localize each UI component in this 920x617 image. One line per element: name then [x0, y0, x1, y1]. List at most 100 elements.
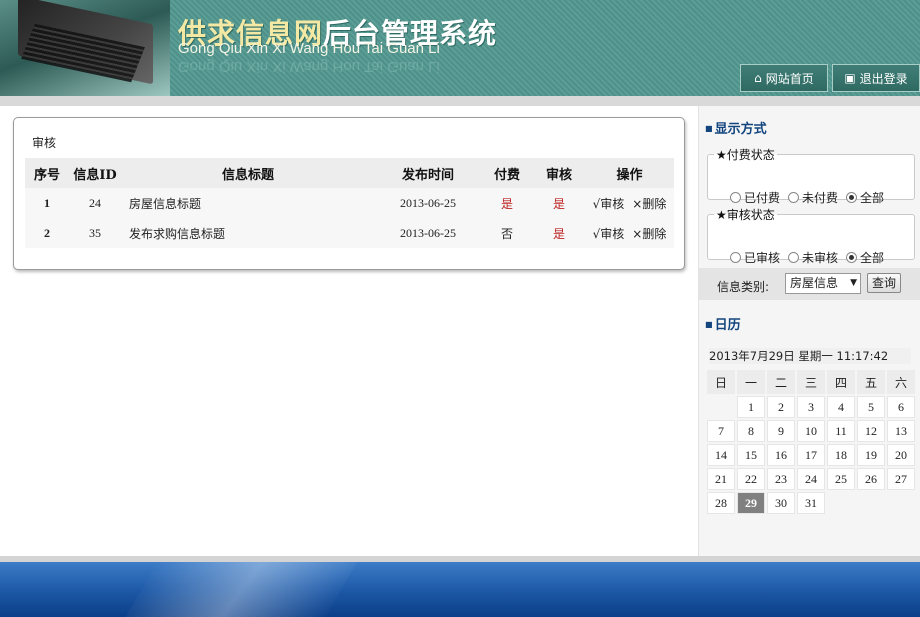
column-header-id: 信息ID — [69, 158, 121, 188]
calendar-day[interactable]: 6 — [887, 396, 915, 418]
logout-button-label: 退出登录 — [859, 71, 908, 86]
audit-link[interactable]: √审核 — [593, 227, 625, 241]
column-header-date: 发布时间 — [375, 158, 481, 188]
calendar-day[interactable]: 7 — [707, 420, 735, 442]
calendar-day[interactable]: 18 — [827, 444, 855, 466]
display-mode-heading: ■ 显示方式 — [705, 122, 767, 137]
row-date: 2013-06-25 — [375, 218, 481, 248]
calendar-day[interactable]: 26 — [857, 468, 885, 490]
calendar-weekday: 二 — [767, 370, 795, 394]
calendar-day[interactable]: 31 — [797, 492, 825, 514]
calendar-weekday: 三 — [797, 370, 825, 394]
header-divider — [0, 96, 920, 106]
calendar-day[interactable]: 1 — [737, 396, 765, 418]
column-header-title: 信息标题 — [121, 158, 375, 188]
radio-unpaid[interactable]: 未付费 — [788, 189, 838, 206]
category-filter-row: 信息类别: 房屋信息 ▼ 查询 — [699, 268, 920, 300]
calendar-day[interactable]: 12 — [857, 420, 885, 442]
table-header-row: 序号 信息ID 信息标题 发布时间 付费 审核 操作 — [25, 158, 674, 188]
panel-title: 审核 — [32, 136, 57, 150]
calendar-heading: ■ 日历 — [705, 318, 741, 333]
right-sidebar: ■ 显示方式 ★付费状态 已付费 未付费 全部 ★审核状态 已审核 未审核 全部 … — [698, 106, 920, 556]
calendar-day[interactable]: 5 — [857, 396, 885, 418]
header-banner: 供求信息网后台管理系统 Gong Qiu Xin Xi Wang Hou Tai… — [0, 0, 920, 96]
calendar-day[interactable]: 25 — [827, 468, 855, 490]
radio-audited[interactable]: 已审核 — [730, 249, 780, 266]
row-date: 2013-06-25 — [375, 188, 481, 218]
home-button-label: 网站首页 — [765, 71, 814, 86]
row-title: 发布求购信息标题 — [121, 218, 375, 248]
calendar-day[interactable]: 8 — [737, 420, 765, 442]
calendar-weekday-row: 日一二三四五六 — [707, 370, 915, 394]
radio-audit-all[interactable]: 全部 — [846, 249, 884, 266]
square-bullet-icon: ■ — [705, 320, 713, 329]
logout-icon: ▣ — [844, 71, 856, 85]
audit-status-group: ★审核状态 已审核 未审核 全部 — [707, 206, 915, 265]
home-icon: ⌂ — [754, 71, 762, 85]
calendar-empty-cell — [707, 396, 735, 418]
row-title: 房屋信息标题 — [121, 188, 375, 218]
row-actions: √审核 ×删除 — [585, 218, 674, 248]
pay-status-legend: ★付费状态 — [716, 148, 775, 162]
column-header-paid: 付费 — [481, 158, 533, 188]
site-subtitle-reflection: Gong Qiu Xin Xi Wang Hou Tai Guan Li — [178, 58, 440, 75]
column-header-actions: 操作 — [585, 158, 674, 188]
calendar-empty-cell — [827, 492, 855, 514]
calendar-day[interactable]: 19 — [857, 444, 885, 466]
calendar-day[interactable]: 20 — [887, 444, 915, 466]
category-select[interactable]: 房屋信息 ▼ — [785, 273, 861, 294]
calendar-weekday: 日 — [707, 370, 735, 394]
calendar-day[interactable]: 28 — [707, 492, 735, 514]
calendar-day[interactable]: 27 — [887, 468, 915, 490]
category-label: 信息类别: — [717, 280, 770, 294]
audit-status-legend: ★审核状态 — [716, 208, 775, 222]
calendar-day[interactable]: 22 — [737, 468, 765, 490]
delete-link[interactable]: ×删除 — [632, 197, 666, 211]
calendar-weekday: 五 — [857, 370, 885, 394]
site-subtitle: Gong Qiu Xin Xi Wang Hou Tai Guan Li — [178, 40, 440, 57]
calendar-empty-cell — [887, 492, 915, 514]
calendar-day[interactable]: 13 — [887, 420, 915, 442]
calendar-day[interactable]: 21 — [707, 468, 735, 490]
delete-link[interactable]: ×删除 — [632, 227, 666, 241]
calendar-today[interactable]: 29 — [737, 492, 765, 514]
radio-pay-all[interactable]: 全部 — [846, 189, 884, 206]
calendar-day[interactable]: 24 — [797, 468, 825, 490]
column-header-audited: 审核 — [533, 158, 585, 188]
calendar-weekday: 四 — [827, 370, 855, 394]
row-id: 24 — [69, 188, 121, 218]
row-id: 35 — [69, 218, 121, 248]
chevron-down-icon: ▼ — [850, 278, 857, 288]
audit-link[interactable]: √审核 — [593, 197, 625, 211]
calendar-day[interactable]: 2 — [767, 396, 795, 418]
calendar-day[interactable]: 16 — [767, 444, 795, 466]
table-row: 1 24 房屋信息标题 2013-06-25 是 是 √审核 ×删除 — [25, 188, 674, 218]
calendar-day[interactable]: 23 — [767, 468, 795, 490]
logout-button[interactable]: ▣ 退出登录 — [832, 64, 920, 92]
table-row: 2 35 发布求购信息标题 2013-06-25 否 是 √审核 ×删除 — [25, 218, 674, 248]
home-button[interactable]: ⌂ 网站首页 — [740, 64, 828, 92]
row-paid: 否 — [481, 218, 533, 248]
calendar-day[interactable]: 14 — [707, 444, 735, 466]
calendar-day[interactable]: 9 — [767, 420, 795, 442]
pay-status-group: ★付费状态 已付费 未付费 全部 — [707, 146, 915, 205]
info-table: 序号 信息ID 信息标题 发布时间 付费 审核 操作 1 24 房屋信息标题 2… — [25, 158, 674, 248]
calendar-day[interactable]: 17 — [797, 444, 825, 466]
row-no: 1 — [25, 188, 69, 218]
radio-paid[interactable]: 已付费 — [730, 189, 780, 206]
square-bullet-icon: ■ — [705, 124, 713, 133]
calendar-day[interactable]: 30 — [767, 492, 795, 514]
calendar-day[interactable]: 4 — [827, 396, 855, 418]
calendar-week: 7 8 9 10 11 12 13 — [707, 420, 915, 442]
calendar-day[interactable]: 11 — [827, 420, 855, 442]
row-paid: 是 — [481, 188, 533, 218]
calendar-day[interactable]: 15 — [737, 444, 765, 466]
query-button[interactable]: 查询 — [867, 273, 901, 293]
current-datetime: 2013年7月29日 星期一 11:17:42 — [709, 348, 911, 364]
row-audited: 是 — [533, 188, 585, 218]
calendar-day[interactable]: 3 — [797, 396, 825, 418]
footer-banner — [0, 562, 920, 617]
calendar-day[interactable]: 10 — [797, 420, 825, 442]
calendar: 日一二三四五六 1 2 3 4 5 6 7 8 9 10 11 12 13 14 15 16 17 18 19 20 2… — [705, 368, 917, 516]
radio-unaudited[interactable]: 未审核 — [788, 249, 838, 266]
